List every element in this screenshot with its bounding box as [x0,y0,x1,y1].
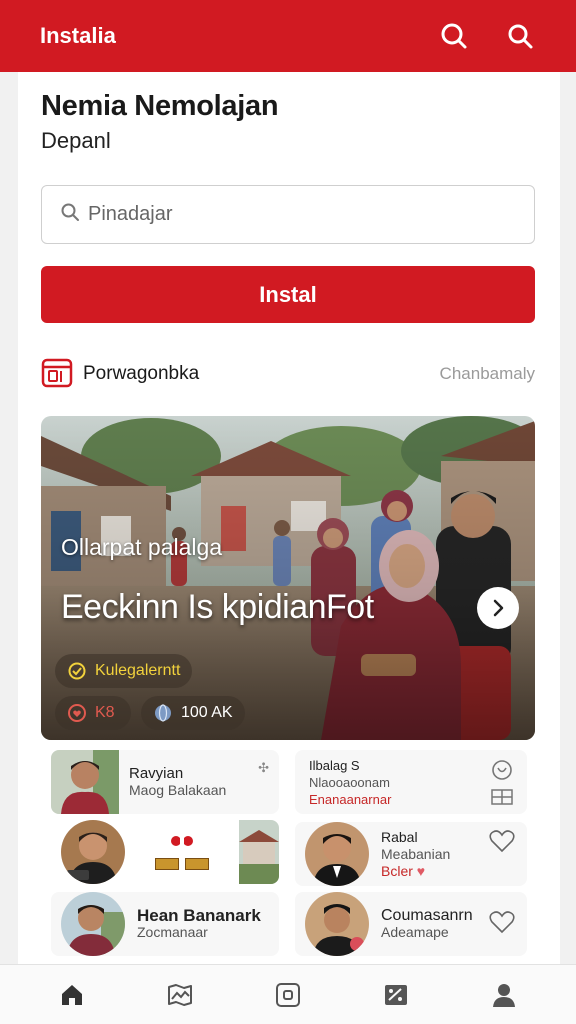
heart-circle-icon [68,704,86,722]
section-label: Porwagonbka [83,363,200,384]
section-see-all-link[interactable]: Chanbamaly [440,364,535,384]
person-meta: Adeamape [381,924,449,940]
person-name: Rabal [381,828,418,845]
avatar [61,820,125,884]
top-app-bar: Instalia [0,0,576,72]
person-card[interactable]: Ilbalag S Nlaooaoonam Enanaanarnar [295,750,527,814]
search-field[interactable] [41,185,535,244]
tag-chip [155,858,179,870]
section-header: Porwagonbka Chanbamaly [41,356,535,392]
grid-icon[interactable] [491,789,513,805]
hero-village-photo [41,416,535,740]
thumbnail-image [239,820,279,884]
badge-icon[interactable] [491,759,513,781]
person-card[interactable]: Coumasanrn Adeamape [295,892,527,956]
hero-category-badge[interactable]: Kulegalerntt [55,654,193,688]
app-title: Instalia [40,23,116,48]
avatar [305,822,369,886]
chevron-right-icon [493,599,504,617]
person-name: Ravyian [129,765,184,782]
person-meta: Meabanian [381,845,451,862]
nav-map[interactable] [152,973,208,1017]
tag-icon [68,662,86,680]
person-meta: Nlaooaoonam [309,774,390,790]
person-meta: Maog Balakaan [129,782,227,798]
heart-icon[interactable] [489,829,515,858]
avatar [51,750,119,814]
search-icon [60,202,80,227]
bottom-navigation [0,964,576,1024]
globe-icon [155,704,171,722]
person-card[interactable]: Rabal Meabanian Bcler ♥ [295,822,527,886]
avatar [61,892,125,956]
person-meta: Zocmanaar [137,924,208,940]
person-meta-secondary: Bcler ♥ [381,862,426,879]
install-button[interactable]: Instal [41,266,535,323]
person-name: Ilbalag S [309,757,360,773]
person-meta-secondary: Enanaanarnar [309,791,392,807]
hero-stat-likes-value: K8 [95,704,115,721]
hero-stat-likes: K8 [55,696,131,730]
search-input[interactable] [88,203,488,226]
nav-center[interactable] [260,973,316,1017]
hero-stat-views-value: 100 AK [181,704,233,721]
hero-next-button[interactable] [477,587,519,629]
page-subtitle: Depanl [41,128,111,153]
nav-home[interactable] [44,973,100,1017]
person-name: Coumasanrn [381,907,473,924]
image-icon [385,984,407,1005]
main-panel: Nemia Nemolajan Depanl Instal Porwagonbk… [18,72,560,964]
heart-icon[interactable] [489,910,515,939]
featured-hero-card[interactable]: Ollarpat palalga Eeckinn Is kpidianFot K… [41,416,535,740]
search-icon[interactable] [438,20,470,52]
home-icon [62,984,82,1005]
square-icon [276,982,300,1007]
nav-gallery[interactable] [368,973,424,1017]
person-card[interactable] [51,820,279,884]
ribbon-icon [171,836,193,846]
calendar-icon [41,356,73,393]
person-card[interactable]: Hean Bananark Zocmanaar [51,892,279,956]
pin-icon[interactable]: ✣ [258,760,269,776]
profile-icon [493,983,515,1007]
nav-profile[interactable] [476,973,532,1017]
avatar [305,892,369,956]
hero-headline: Eeckinn Is kpidianFot [61,588,374,626]
hero-stat-views: 100 AK [141,696,245,730]
hero-category-label: Kulegalerntt [95,662,181,679]
map-icon [168,983,192,1006]
search-icon[interactable] [504,20,536,52]
hero-kicker: Ollarpat palalga [61,534,223,560]
person-card[interactable]: Ravyian Maog Balakaan ✣ [51,750,279,814]
page-title: Nemia Nemolajan [41,90,279,122]
person-name: Hean Bananark [137,906,261,925]
tag-chip [185,858,209,870]
